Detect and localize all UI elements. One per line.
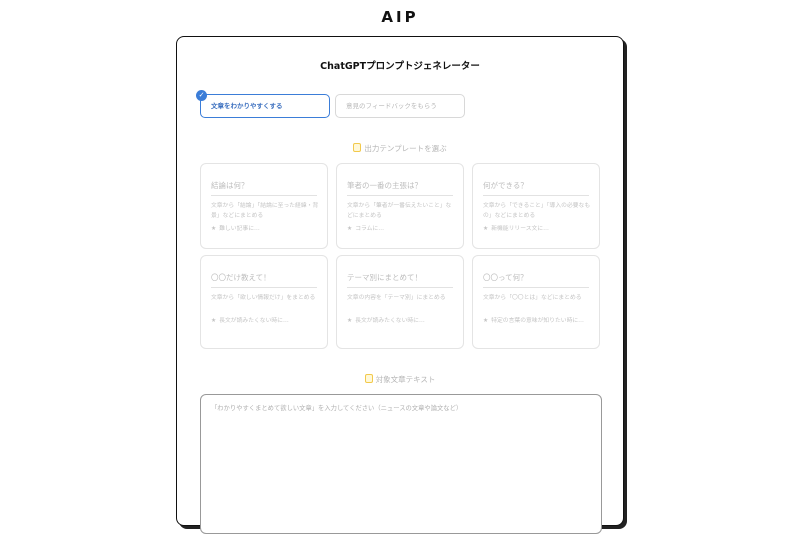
input-placeholder: 「わかりやすくまとめて欲しい文章」を入力してください（ニュースの文章や論文など） (211, 405, 463, 412)
template-label-text: 出力テンプレートを選ぶ (364, 144, 447, 153)
template-title: テーマ別にまとめて！ (347, 273, 422, 282)
template-example: ★ 難しい記事に… (211, 226, 260, 232)
star-icon: ★ (483, 226, 489, 232)
template-card-main-point[interactable]: 筆者の一番の主張は？ 文章から「筆者が一番伝えたいこと」などにまとめる ★ コラム… (336, 163, 464, 249)
template-card-by-theme[interactable]: テーマ別にまとめて！ 文章の内容を「テーマ別」にまとめる ★ 長文が読みたくない時… (336, 255, 464, 349)
template-desc: 文章から「筆者が一番伝えたいこと」などにまとめる (347, 203, 452, 219)
tab-simplify-text[interactable]: ✓ 文章をわかりやすくする (196, 90, 330, 118)
template-card-conclusion[interactable]: 結論は何？ 文章から「結論」「結論に至った経緯・背景」などにまとめる ★ 難しい記… (200, 163, 328, 249)
template-title: 何ができる？ (483, 181, 528, 190)
template-desc: 文章の内容を「テーマ別」にまとめる (347, 295, 446, 301)
template-example: ★ 長文が読みたくない時に… (211, 318, 289, 324)
input-section-label: 対象文章テキスト (177, 374, 623, 385)
template-title: 結論は何？ (211, 181, 249, 190)
template-desc: 文章から「できること」「導入の必要なもの」などにまとめる (483, 203, 591, 219)
template-example: ★ 長文が読みたくない時に… (347, 318, 425, 324)
tab-label: 意見のフィードバックをもらう (346, 102, 437, 110)
template-desc: 文章から「〇〇とは」などにまとめる (483, 295, 582, 301)
tab-feedback[interactable]: 意見のフィードバックをもらう (335, 94, 465, 118)
template-section-label: 出力テンプレートを選ぶ (177, 143, 623, 154)
template-example: ★ 特定の言葉の意味が知りたい時に… (483, 318, 584, 324)
star-icon: ★ (211, 318, 217, 324)
document-icon (364, 374, 373, 383)
card-title: ChatGPTプロンプトジェネレーター (320, 61, 480, 72)
template-card-only-info[interactable]: 〇〇だけ教えて！ 文章から「欲しい情報だけ」をまとめる ★ 長文が読みたくない時に… (200, 255, 328, 349)
template-title: 〇〇って何？ (483, 273, 528, 282)
template-card-what-is[interactable]: 〇〇って何？ 文章から「〇〇とは」などにまとめる ★ 特定の言葉の意味が知りたい時… (472, 255, 600, 349)
star-icon: ★ (211, 226, 217, 232)
generator-card: ChatGPTプロンプトジェネレーター ✓ 文章をわかりやすくする 意見のフィー… (176, 36, 624, 534)
template-title: 筆者の一番の主張は？ (347, 181, 422, 190)
template-title: 〇〇だけ教えて！ (211, 273, 271, 282)
app-logo[interactable]: AIP (0, 8, 800, 26)
template-example: ★ コラムに… (347, 226, 385, 232)
document-icon (353, 143, 362, 152)
template-desc: 文章から「欲しい情報だけ」をまとめる (211, 295, 316, 301)
star-icon: ★ (483, 318, 489, 324)
input-label-text: 対象文章テキスト (375, 375, 436, 384)
target-text-input[interactable]: 「わかりやすくまとめて欲しい文章」を入力してください（ニュースの文章や論文など） (200, 394, 602, 534)
check-icon: ✓ (196, 90, 207, 101)
template-desc: 文章から「結論」「結論に至った経緯・背景」などにまとめる (211, 203, 319, 219)
template-example: ★ 新機能リリース文に… (483, 226, 549, 232)
star-icon: ★ (347, 318, 353, 324)
tab-label: 文章をわかりやすくする (211, 102, 283, 110)
star-icon: ★ (347, 226, 353, 232)
template-card-what-can-do[interactable]: 何ができる？ 文章から「できること」「導入の必要なもの」などにまとめる ★ 新機能… (472, 163, 600, 249)
